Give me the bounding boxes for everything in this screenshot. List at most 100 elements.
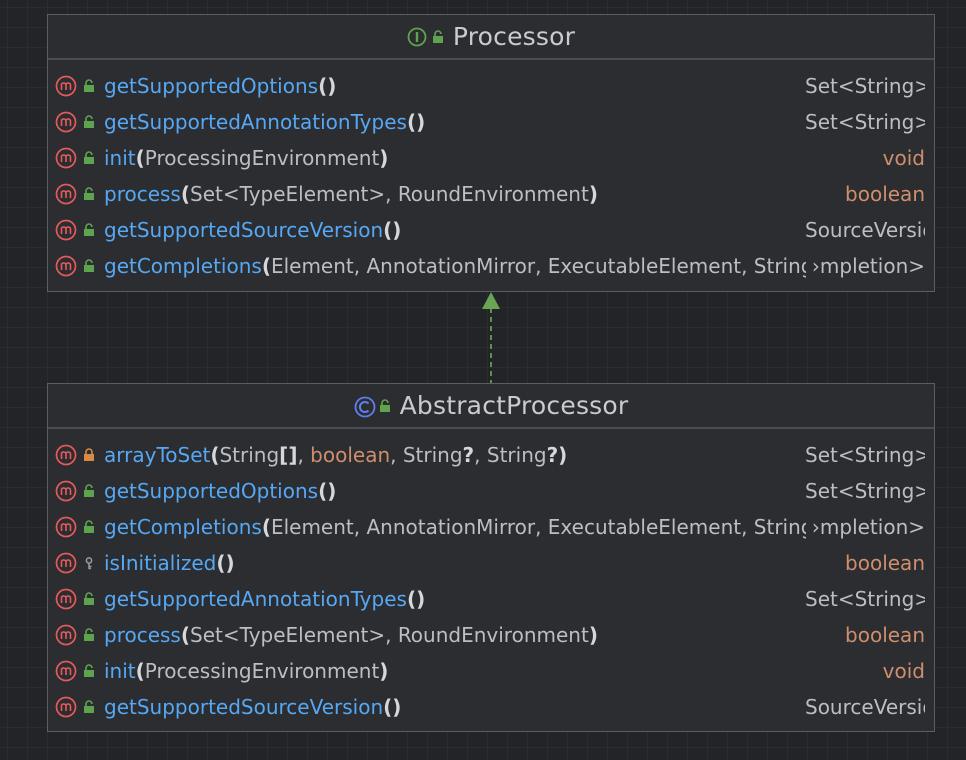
close-paren: )	[416, 587, 426, 611]
public-lock-icon	[378, 398, 392, 413]
close-paren: )	[392, 695, 402, 719]
method-signature: getSupportedAnnotationTypes()	[104, 110, 799, 134]
method-row-getSupportedAnnotationTypes[interactable]: getSupportedAnnotationTypes() Set<String>	[48, 581, 934, 617]
open-paren: (	[318, 479, 328, 503]
return-type: boolean	[845, 551, 925, 575]
close-paren: )	[558, 443, 568, 467]
method-name: getCompletions	[104, 254, 262, 278]
method-row-getSupportedAnnotationTypes[interactable]: getSupportedAnnotationTypes() Set<String>	[48, 104, 934, 140]
method-signature: process(Set<TypeElement>, RoundEnvironme…	[104, 182, 839, 206]
method-params: ProcessingEnvironment	[144, 659, 380, 683]
method-name: init	[104, 659, 136, 683]
return-type: Set<String>	[805, 110, 925, 134]
abstract-processor-class-box[interactable]: AbstractProcessor arrayToSet (String[], b…	[47, 383, 935, 732]
method-signature: getCompletions(Element, AnnotationMirror…	[104, 254, 806, 278]
public-visibility-icon	[82, 259, 96, 273]
close-paren: )	[416, 110, 426, 134]
method-signature: process(Set<TypeElement>, RoundEnvironme…	[104, 623, 839, 647]
method-row-getCompletions[interactable]: getCompletions(Element, AnnotationMirror…	[48, 509, 934, 545]
open-paren: (	[261, 515, 271, 539]
method-row-getSupportedOptions[interactable]: getSupportedOptions() Set<String>	[48, 68, 934, 104]
open-paren: (	[216, 551, 226, 575]
open-paren: (	[318, 74, 328, 98]
method-params: Element, AnnotationMirror, ExecutableEle…	[270, 515, 806, 539]
method-icon	[55, 183, 77, 205]
open-paren: (	[406, 110, 417, 134]
abstract-processor-title: AbstractProcessor	[399, 391, 629, 420]
method-row-getSupportedSourceVersion[interactable]: getSupportedSourceVersion()SourceVersion	[48, 689, 934, 725]
public-visibility-icon	[82, 628, 96, 642]
return-type: Set<String>	[805, 74, 925, 98]
method-params: ProcessingEnvironment	[144, 146, 380, 170]
method-icon	[55, 147, 77, 169]
method-params: Set<TypeElement>, RoundEnvironment	[190, 182, 589, 206]
method-icon	[55, 111, 77, 133]
return-type: Set<String>	[805, 479, 925, 503]
method-name: getSupportedOptions	[104, 479, 319, 503]
open-paren: (	[383, 218, 393, 242]
method-icon	[55, 660, 77, 682]
class-icon	[354, 396, 376, 417]
method-row-isInitialized[interactable]: isInitialized() boolean	[48, 545, 934, 581]
return-type: SourceVersion	[805, 695, 925, 719]
method-row-process[interactable]: process(Set<TypeElement>, RoundEnvironme…	[48, 176, 934, 212]
processor-methods: getSupportedOptions() Set<String> getSuppo…	[48, 60, 934, 284]
interface-icon	[407, 27, 427, 47]
method-row-init[interactable]: init(ProcessingEnvironment) void	[48, 140, 934, 176]
method-params: Set<TypeElement>, RoundEnvironment	[190, 623, 589, 647]
method-signature: init(ProcessingEnvironment)	[104, 146, 877, 170]
open-paren: (	[135, 659, 145, 683]
method-name: getSupportedSourceVersion	[104, 218, 384, 242]
method-icon	[55, 219, 77, 241]
open-paren: (	[180, 182, 190, 206]
return-type: ›mpletion>	[811, 515, 925, 539]
public-visibility-icon	[82, 187, 96, 201]
processor-interface-box[interactable]: Processor getSupportedOptions() Set<Strin…	[47, 14, 935, 292]
method-signature: getSupportedSourceVersion()	[104, 695, 799, 719]
return-type: Set<String>	[805, 443, 925, 467]
method-name: getSupportedOptions	[104, 74, 319, 98]
method-row-init[interactable]: init(ProcessingEnvironment) void	[48, 653, 934, 689]
method-params: String[], boolean, String?, String?	[219, 443, 559, 467]
abstract-processor-header: AbstractProcessor	[48, 384, 934, 429]
method-row-arrayToSet[interactable]: arrayToSet(String[], boolean, String?, S…	[48, 437, 934, 473]
method-name: arrayToSet	[104, 443, 211, 467]
public-visibility-icon	[82, 115, 96, 129]
method-signature: getSupportedAnnotationTypes()	[104, 587, 799, 611]
method-icon	[55, 255, 77, 277]
method-name: process	[104, 182, 181, 206]
public-visibility-icon	[82, 520, 96, 534]
close-paren: )	[379, 659, 389, 683]
open-paren: (	[135, 146, 145, 170]
method-name: init	[104, 146, 136, 170]
method-row-process[interactable]: process(Set<TypeElement>, RoundEnvironme…	[48, 617, 934, 653]
method-icon	[55, 624, 77, 646]
return-type: boolean	[845, 623, 925, 647]
processor-title: Processor	[452, 22, 576, 51]
method-name: getCompletions	[104, 515, 262, 539]
method-name: getSupportedSourceVersion	[104, 695, 384, 719]
method-icon	[55, 444, 77, 466]
open-paren: (	[383, 695, 393, 719]
method-signature: init(ProcessingEnvironment)	[104, 659, 877, 683]
close-paren: )	[327, 479, 337, 503]
method-row-getSupportedSourceVersion[interactable]: getSupportedSourceVersion()SourceVersion	[48, 212, 934, 248]
method-signature: getCompletions(Element, AnnotationMirror…	[104, 515, 806, 539]
method-signature: arrayToSet(String[], boolean, String?, S…	[104, 443, 799, 467]
method-name: isInitialized	[104, 551, 217, 575]
method-icon	[55, 480, 77, 502]
public-visibility-icon	[82, 592, 96, 606]
close-paren: )	[588, 182, 598, 206]
public-lock-icon	[431, 29, 445, 44]
public-visibility-icon	[82, 664, 96, 678]
method-row-getSupportedOptions[interactable]: getSupportedOptions() Set<String>	[48, 473, 934, 509]
method-row-getCompletions[interactable]: getCompletions(Element, AnnotationMirror…	[48, 248, 934, 284]
method-icon	[55, 516, 77, 538]
public-visibility-icon	[82, 484, 96, 498]
method-params: Element, AnnotationMirror, ExecutableEle…	[270, 254, 806, 278]
processor-header: Processor	[48, 15, 934, 60]
return-type: boolean	[845, 182, 925, 206]
return-type: ›mpletion>	[811, 254, 925, 278]
close-paren: )	[225, 551, 235, 575]
close-paren: )	[392, 218, 402, 242]
